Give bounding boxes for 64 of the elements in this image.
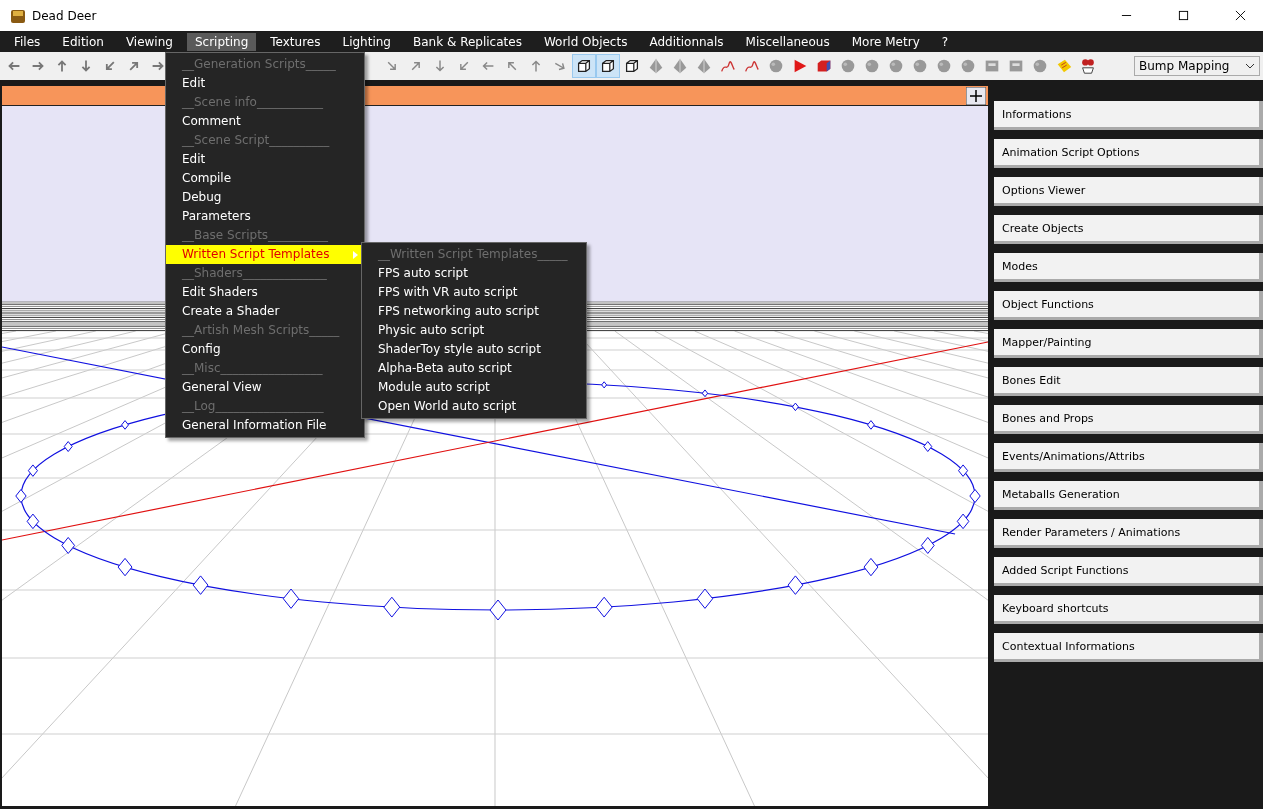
menu-item[interactable]: ? — [933, 33, 957, 51]
menu-item[interactable]: Config — [166, 340, 364, 359]
menu-item[interactable]: FPS auto script — [362, 264, 586, 283]
panel-button[interactable]: Modes — [994, 253, 1263, 282]
menu-section-header: __Base Scripts__________ — [181, 227, 330, 244]
caret-icon — [353, 251, 358, 259]
panel-button[interactable]: Render Parameters / Animations — [994, 519, 1263, 548]
menu-item[interactable]: Comment — [166, 112, 364, 131]
cube-icon[interactable] — [596, 54, 620, 78]
menu-section-header: __Misc_________________ — [181, 360, 324, 377]
menu-item[interactable]: Edit — [166, 150, 364, 169]
menu-item[interactable]: Textures — [262, 33, 329, 51]
menu-item[interactable]: Edit — [166, 74, 364, 93]
panel-button[interactable]: Informations — [994, 101, 1263, 130]
menu-item[interactable]: Parameters — [166, 207, 364, 226]
menu-item[interactable]: Files — [6, 33, 49, 51]
panel-button[interactable]: Mapper/Painting — [994, 329, 1263, 358]
menu-item[interactable]: Scripting — [186, 33, 257, 51]
panel-button[interactable]: Metaballs Generation — [994, 481, 1263, 510]
menu-section-header: __Written Script Templates_____ — [377, 246, 569, 263]
panel-button[interactable]: Options Viewer — [994, 177, 1263, 206]
chevron-icon — [1245, 63, 1255, 69]
menu-item[interactable]: FPS with VR auto script — [362, 283, 586, 302]
menu-item[interactable]: Compile — [166, 169, 364, 188]
menu-item[interactable]: FPS networking auto script — [362, 302, 586, 321]
menu-item[interactable]: Debug — [166, 188, 364, 207]
menu-section-header: __Scene Script__________ — [181, 132, 331, 149]
panel-button[interactable]: Added Script Functions — [994, 557, 1263, 586]
app-icon — [10, 7, 26, 24]
cube-icon[interactable] — [572, 54, 596, 78]
menu-item[interactable]: Additionnals — [641, 33, 732, 51]
render-mode-dropdown[interactable]: Bump Mapping — [1134, 56, 1260, 76]
menu-item[interactable]: Lighting — [334, 33, 399, 51]
menu-item[interactable]: Edit Shaders — [166, 283, 364, 302]
menu-item[interactable]: Alpha-Beta auto script — [362, 359, 586, 378]
menu-section-header: __Artish Mesh Scripts_____ — [181, 322, 341, 339]
window-title: Dead Deer — [32, 8, 97, 23]
menu-section-header: __Scene info___________ — [181, 94, 324, 111]
menu-item[interactable]: Bank & Replicates — [405, 33, 530, 51]
menu-item[interactable]: Miscellaneous — [737, 33, 838, 51]
menu-section-header: __Generation Scripts_____ — [181, 56, 337, 73]
add-button[interactable] — [966, 86, 986, 105]
menu-item[interactable]: World Objects — [535, 33, 636, 51]
panel-button[interactable]: Object Functions — [994, 291, 1263, 320]
panel-button[interactable]: Contextual Informations — [994, 633, 1263, 662]
menu-section-header: __Log__________________ — [181, 398, 325, 415]
panel-button[interactable]: Keyboard shortcuts — [994, 595, 1263, 624]
menu-item[interactable]: Module auto script — [362, 378, 586, 397]
menu-item[interactable]: Physic auto script — [362, 321, 586, 340]
menu-item[interactable]: Open World auto script — [362, 397, 586, 416]
panel-button[interactable]: Create Objects — [994, 215, 1263, 244]
menu-item[interactable]: Edition — [54, 33, 112, 51]
submenu-item[interactable]: Written Script Templates — [166, 245, 364, 264]
menu-item[interactable]: General View — [166, 378, 364, 397]
menu-item[interactable]: Viewing — [117, 33, 181, 51]
panel-button[interactable]: Bones Edit — [994, 367, 1263, 396]
panel-button[interactable]: Animation Script Options — [994, 139, 1263, 168]
panel-button[interactable]: Events/Animations/Attribs — [994, 443, 1263, 472]
menu-item[interactable]: Create a Shader — [166, 302, 364, 321]
menu-item[interactable]: More Metry — [843, 33, 928, 51]
menu-item[interactable]: ShaderToy style auto script — [362, 340, 586, 359]
panel-button[interactable]: Bones and Props — [994, 405, 1263, 434]
menu-section-header: __Shaders______________ — [181, 265, 328, 282]
menu-item[interactable]: General Information File — [166, 416, 364, 435]
